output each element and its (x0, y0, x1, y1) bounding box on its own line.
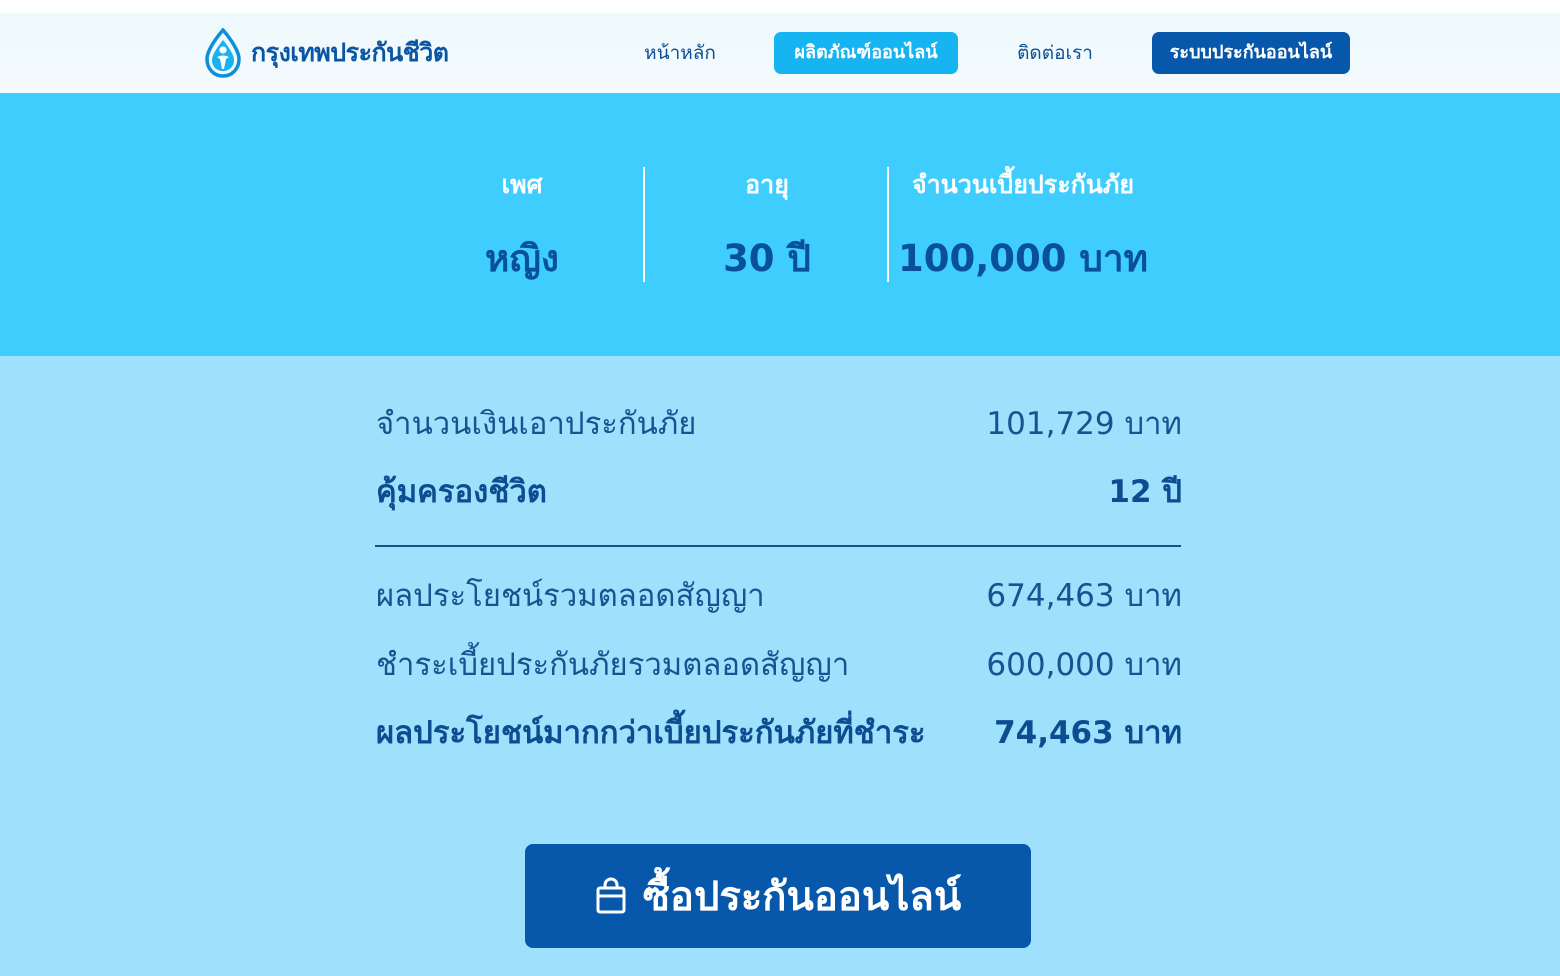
nav-home-link[interactable]: หน้าหลัก (638, 32, 722, 74)
nav-contact-link[interactable]: ติดต่อเรา (1010, 32, 1100, 74)
buy-button-label: ซื้อประกันออนไลน์ (642, 874, 962, 920)
age-value: 30 ปี (723, 237, 811, 280)
site-header: กรุงเทพประกันชีวิต หน้าหลัก ผลิตภัณฑ์ออน… (0, 0, 1560, 93)
sum-assured-value: 101,729 บาท (986, 406, 1182, 442)
nav-online-system-button[interactable]: ระบบประกันออนไลน์ (1152, 32, 1350, 74)
buy-insurance-online-button[interactable]: ซื้อประกันออนไลน์ (525, 844, 1031, 948)
excess-benefit-value: 74,463 บาท (994, 715, 1182, 751)
summary-divider (887, 167, 889, 282)
age-label: อายุ (745, 170, 789, 199)
total-premium-label: ชำระเบี้ยประกันภัยรวมตลอดสัญญา (376, 647, 850, 683)
quote-summary-band: เพศ หญิง อายุ 30 ปี จำนวนเบี้ยประกันภัย … (0, 93, 1560, 356)
gender-label: เพศ (501, 170, 543, 199)
main-nav: หน้าหลัก ผลิตภัณฑ์ออนไลน์ ติดต่อเรา ระบบ… (0, 32, 1560, 74)
sum-assured-row: จำนวนเงินเอาประกันภัย 101,729 บาท (376, 401, 1182, 447)
total-premium-value: 600,000 บาท (986, 647, 1182, 683)
premium-label: จำนวนเบี้ยประกันภัย (911, 170, 1135, 199)
shopping-bag-icon (596, 877, 626, 914)
premium-value: 100,000 บาท (897, 237, 1149, 280)
excess-benefit-label: ผลประโยชน์มากกว่าเบี้ยประกันภัยที่ชำระ (376, 715, 926, 751)
coverage-value: 12 ปี (1108, 474, 1182, 510)
excess-benefit-row: ผลประโยชน์มากกว่าเบี้ยประกันภัยที่ชำระ 7… (376, 710, 1182, 756)
total-benefit-row: ผลประโยชน์รวมตลอดสัญญา 674,463 บาท (376, 573, 1182, 619)
gender-value: หญิง (485, 237, 559, 280)
coverage-row: คุ้มครองชีวิต 12 ปี (376, 469, 1182, 515)
nav-products-online-button[interactable]: ผลิตภัณฑ์ออนไลน์ (774, 32, 958, 74)
total-benefit-label: ผลประโยชน์รวมตลอดสัญญา (376, 578, 765, 614)
total-premium-row: ชำระเบี้ยประกันภัยรวมตลอดสัญญา 600,000 บ… (376, 642, 1182, 688)
total-benefit-value: 674,463 บาท (986, 578, 1182, 614)
summary-divider (643, 167, 645, 282)
details-divider (375, 545, 1181, 547)
coverage-label: คุ้มครองชีวิต (376, 474, 547, 510)
sum-assured-label: จำนวนเงินเอาประกันภัย (376, 406, 697, 442)
